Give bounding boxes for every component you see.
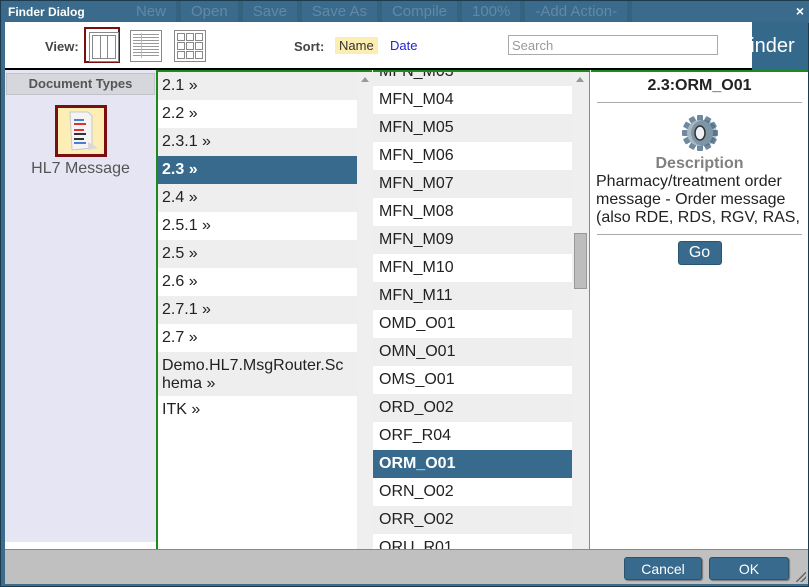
version-item[interactable]: 2.5 »: [158, 240, 357, 268]
messages-column: MFN_M03 MFN_M04 MFN_M05 MFN_M06 MFN_M07 MFN_M…: [373, 70, 590, 549]
message-item[interactable]: ORD_O02: [373, 394, 572, 422]
description-text: Pharmacy/treatment order message - Order…: [591, 173, 808, 227]
scrollbar-thumb[interactable]: [574, 233, 587, 289]
scroll-up-arrow-icon[interactable]: [361, 77, 369, 82]
description-line: Pharmacy/treatment order: [596, 173, 782, 190]
messages-list: MFN_M03 MFN_M04 MFN_M05 MFN_M06 MFN_M07 MFN_M…: [373, 72, 572, 549]
background-toolbar-item: Save As: [302, 1, 382, 23]
background-toolbar-item: Open: [181, 1, 243, 23]
icons-view-button[interactable]: [171, 27, 207, 63]
version-item[interactable]: 2.7.1 »: [158, 296, 357, 324]
versions-list: 2.1 » 2.2 » 2.3.1 » 2.3 » 2.4 » 2.5.1 » 2.5 » 2…: [158, 72, 357, 424]
resize-grip-icon[interactable]: [796, 572, 806, 582]
background-toolbar-item: Compile: [382, 1, 462, 23]
message-item[interactable]: ORR_O02: [373, 506, 572, 534]
columns-view-icon: [89, 32, 119, 62]
divider: [597, 234, 802, 235]
message-item[interactable]: MFN_M07: [373, 170, 572, 198]
finder-toolbar: View: Sort: Name Date Search: [5, 22, 752, 70]
version-item[interactable]: 2.6 »: [158, 268, 357, 296]
message-item[interactable]: ORF_R04: [373, 422, 572, 450]
version-item[interactable]: Demo.HL7.MsgRouter.Schema »: [158, 352, 357, 396]
message-item[interactable]: MFN_M09: [373, 226, 572, 254]
detail-pane: 2.3:ORM_O01 Description Pharmacy/treatme…: [591, 70, 808, 549]
columns-view-button[interactable]: [84, 27, 120, 63]
finder-badge: Finder: [738, 22, 808, 70]
finder-panes: Document Types HL7 Message 2.1 » 2.2 » 2…: [5, 70, 808, 551]
document-types-pane: Document Types HL7 Message: [5, 70, 156, 542]
version-item[interactable]: 2.3.1 »: [158, 128, 357, 156]
message-item[interactable]: ORN_O02: [373, 478, 572, 506]
dialog-title: Finder Dialog: [8, 5, 85, 19]
message-item[interactable]: MFN_M08: [373, 198, 572, 226]
background-toolbar: New Open Save Save As Compile 100% -Add Action…: [1, 1, 809, 23]
version-item[interactable]: ITK »: [158, 396, 357, 424]
view-label: View:: [45, 39, 79, 54]
version-item[interactable]: 2.3 »: [158, 156, 357, 184]
message-item[interactable]: ORU_R01: [373, 534, 572, 549]
ok-button[interactable]: OK: [709, 557, 789, 580]
list-view-icon: [130, 30, 162, 62]
message-item[interactable]: OMD_O01: [373, 310, 572, 338]
version-item[interactable]: 2.7 »: [158, 324, 357, 352]
version-item[interactable]: 2.5.1 »: [158, 212, 357, 240]
go-button[interactable]: Go: [677, 241, 722, 265]
sort-by-date[interactable]: Date: [390, 38, 417, 53]
versions-column: 2.1 » 2.2 » 2.3.1 » 2.3 » 2.4 » 2.5.1 » 2.5 » 2…: [156, 70, 374, 551]
background-toolbar-item: 100%: [462, 1, 526, 23]
version-item[interactable]: 2.1 »: [158, 72, 357, 100]
message-item[interactable]: MFN_M10: [373, 254, 572, 282]
cancel-button[interactable]: Cancel: [624, 557, 702, 580]
finder-badge-label: Finder: [738, 35, 795, 57]
description-line: (also RDE, RDS, RGV, RAS,: [596, 209, 800, 226]
sort-by-name[interactable]: Name: [335, 37, 378, 54]
message-item[interactable]: MFN_M11: [373, 282, 572, 310]
hl7-message-label: HL7 Message: [31, 160, 130, 177]
message-item[interactable]: OMN_O01: [373, 338, 572, 366]
message-item[interactable]: MFN_M05: [373, 114, 572, 142]
divider: [597, 102, 802, 103]
message-item[interactable]: MFN_M03: [373, 72, 572, 86]
description-label: Description: [655, 155, 744, 172]
icons-view-icon: [174, 30, 206, 62]
sort-label: Sort:: [294, 39, 325, 54]
background-toolbar-item: -Add Action-: [525, 1, 633, 23]
hl7-document-icon: [54, 105, 107, 157]
gear-icon: [681, 111, 718, 155]
scroll-up-arrow-icon[interactable]: [576, 77, 584, 82]
search-input[interactable]: [508, 35, 718, 55]
description-line: message - Order message: [596, 191, 786, 208]
title-bar[interactable]: New Open Save Save As Compile 100% -Add Action…: [1, 1, 809, 23]
message-item[interactable]: MFN_M06: [373, 142, 572, 170]
document-type-hl7-message[interactable]: HL7 Message: [5, 105, 156, 178]
close-icon[interactable]: ×: [796, 3, 804, 19]
document-types-header: Document Types: [6, 73, 155, 95]
version-item[interactable]: 2.2 »: [158, 100, 357, 128]
background-toolbar-item: Save: [243, 1, 302, 23]
detail-title: 2.3:ORM_O01: [647, 77, 752, 94]
finder-dialog: New Open Save Save As Compile 100% -Add Action…: [0, 0, 809, 587]
list-view-button[interactable]: [127, 27, 163, 63]
dialog-footer: Cancel OK: [5, 549, 808, 584]
messages-scrollbar[interactable]: [572, 72, 590, 549]
message-item[interactable]: OMS_O01: [373, 366, 572, 394]
versions-scrollbar[interactable]: [357, 72, 374, 551]
message-item[interactable]: MFN_M04: [373, 86, 572, 114]
version-item[interactable]: 2.4 »: [158, 184, 357, 212]
message-item[interactable]: ORM_O01: [373, 450, 572, 478]
background-toolbar-item: New: [126, 1, 182, 23]
